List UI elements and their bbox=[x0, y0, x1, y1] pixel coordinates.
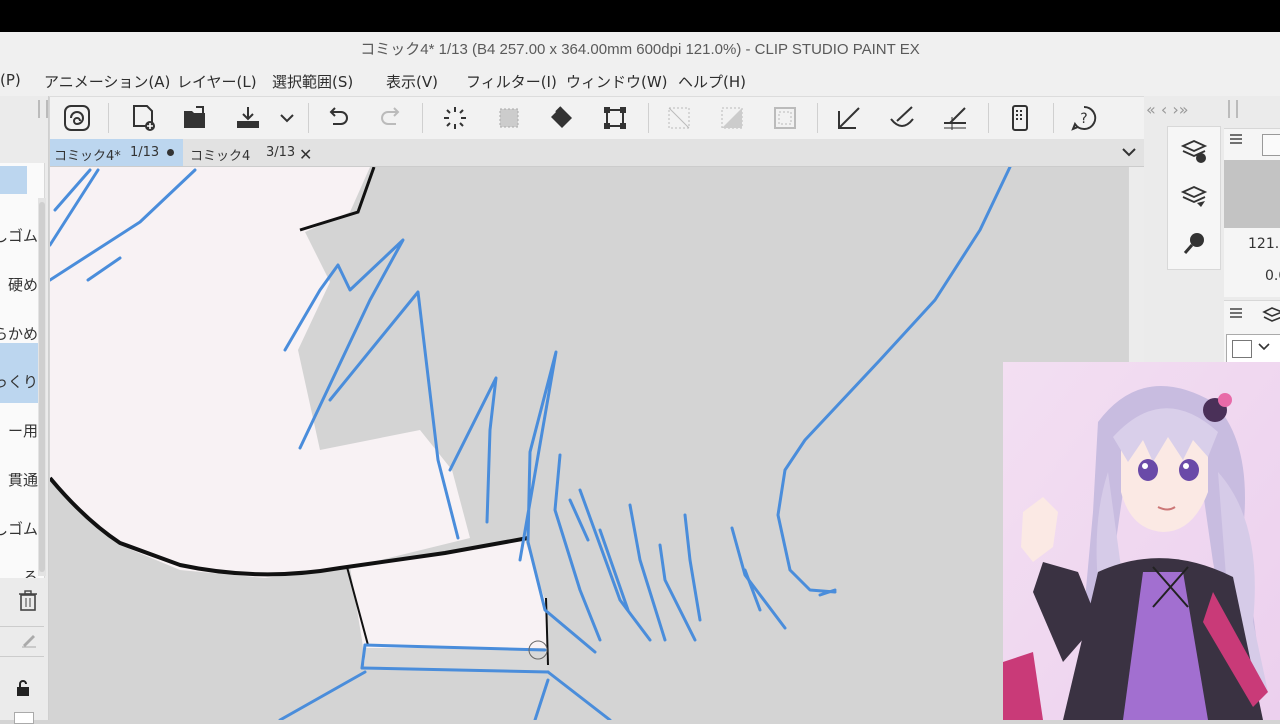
tab-page: 3/13 bbox=[266, 145, 296, 160]
subtool-item[interactable]: る bbox=[0, 566, 38, 578]
snap-special-ruler-icon[interactable] bbox=[887, 103, 917, 133]
help-icon[interactable]: ? bbox=[1069, 103, 1099, 133]
modified-dot-icon bbox=[167, 149, 174, 156]
drawing-canvas[interactable] bbox=[50, 167, 1128, 720]
angle-value[interactable]: 0.0 bbox=[1265, 268, 1280, 284]
artwork bbox=[50, 167, 1012, 720]
divider bbox=[0, 656, 44, 657]
svg-text:?: ? bbox=[1080, 111, 1087, 127]
close-icon[interactable]: ✕ bbox=[299, 145, 312, 164]
fill-icon[interactable] bbox=[547, 103, 577, 133]
menu-item-animation[interactable]: アニメーション(A) bbox=[44, 71, 170, 92]
save-icon[interactable] bbox=[233, 103, 263, 133]
color-swatch bbox=[1232, 340, 1252, 358]
separator bbox=[308, 103, 309, 133]
document-tabbar: コミック4* 1/13 コミック4 3/13 ✕ bbox=[50, 139, 1144, 167]
new-file-icon[interactable] bbox=[128, 103, 158, 133]
subtool-item[interactable]: ー用 bbox=[0, 420, 38, 441]
command-bar: ? bbox=[50, 97, 1144, 140]
snap-grid-icon[interactable] bbox=[940, 103, 970, 133]
separator bbox=[817, 103, 818, 133]
layer-icon[interactable] bbox=[1262, 304, 1280, 328]
redo-icon[interactable] bbox=[376, 103, 406, 133]
layer-property-icon[interactable] bbox=[1180, 137, 1208, 165]
separator bbox=[1053, 103, 1054, 133]
menu-icon[interactable] bbox=[1230, 134, 1242, 144]
tab-page: 1/13 bbox=[130, 145, 160, 160]
menu-item-view[interactable]: 表示(V) bbox=[386, 71, 438, 92]
window-title: コミック4* 1/13 (B4 257.00 x 364.00mm 600dpi… bbox=[0, 32, 1280, 65]
character-avatar bbox=[1003, 362, 1280, 720]
screen-top-band bbox=[0, 0, 1280, 32]
navigator-tab[interactable] bbox=[1262, 134, 1280, 156]
chevron-down-icon[interactable] bbox=[1118, 141, 1140, 163]
chevron-down-icon[interactable] bbox=[1258, 342, 1270, 352]
menu-item-window[interactable]: ウィンドウ(W) bbox=[566, 71, 668, 92]
clear-selection-icon[interactable] bbox=[664, 103, 694, 133]
subtool-item[interactable]: 硬め bbox=[0, 274, 38, 295]
menu-item-page[interactable]: (P) bbox=[0, 71, 21, 89]
layer-search-icon[interactable] bbox=[1180, 183, 1208, 211]
panel-grip[interactable] bbox=[38, 100, 48, 118]
pen-icon[interactable] bbox=[20, 630, 38, 648]
dropdown-icon[interactable] bbox=[272, 103, 302, 133]
clip-studio-icon[interactable] bbox=[62, 103, 92, 133]
invert-selection-icon[interactable] bbox=[717, 103, 747, 133]
tab-document-1[interactable]: コミック4* 1/13 bbox=[50, 139, 183, 166]
separator bbox=[648, 103, 649, 133]
tab-document-2[interactable]: コミック4 3/13 ✕ bbox=[186, 139, 316, 166]
subtool-scrollbar[interactable] bbox=[38, 198, 46, 576]
snap-ruler-icon[interactable] bbox=[834, 103, 864, 133]
subtool-item[interactable]: しゴム bbox=[0, 518, 38, 539]
undo-icon[interactable] bbox=[323, 103, 353, 133]
subtool-item[interactable]: らかめ bbox=[0, 323, 38, 344]
selection-icon[interactable] bbox=[494, 103, 524, 133]
transform-icon[interactable] bbox=[600, 103, 630, 133]
subtool-item[interactable]: 貫通 bbox=[0, 469, 38, 490]
brush-icon[interactable] bbox=[1180, 229, 1208, 257]
navigator-preview[interactable] bbox=[1224, 160, 1280, 228]
subtool-item[interactable]: しゴム bbox=[0, 225, 38, 246]
menu-item-selection[interactable]: 選択範囲(S) bbox=[272, 71, 353, 92]
tab-title: コミック4* bbox=[54, 149, 121, 164]
lock-icon[interactable] bbox=[14, 679, 32, 697]
tab-title: コミック4 bbox=[190, 149, 251, 164]
menu-bar: (P) アニメーション(A) レイヤー(L) 選択範囲(S) 表示(V) フィル… bbox=[0, 65, 1280, 97]
menu-icon[interactable] bbox=[1230, 308, 1242, 318]
menu-item-help[interactable]: ヘルプ(H) bbox=[678, 71, 746, 92]
separator bbox=[422, 103, 423, 133]
separator bbox=[108, 103, 109, 133]
collapse-arrows-icon[interactable]: « ‹ ›» bbox=[1146, 100, 1189, 119]
loading-icon[interactable] bbox=[440, 103, 470, 133]
open-file-icon[interactable] bbox=[181, 103, 211, 133]
panel-grip[interactable] bbox=[1228, 100, 1238, 118]
menu-item-layer[interactable]: レイヤー(L) bbox=[177, 71, 257, 92]
separator bbox=[988, 103, 989, 133]
smartphone-icon[interactable] bbox=[1005, 103, 1035, 133]
zoom-value[interactable]: 121.0 bbox=[1248, 236, 1280, 252]
subtool-item[interactable]: ぶっくり bbox=[0, 371, 38, 392]
subtool-selected-swatch bbox=[0, 166, 27, 194]
border-selection-icon[interactable] bbox=[770, 103, 800, 133]
trash-icon[interactable] bbox=[18, 590, 38, 612]
color-swatch[interactable] bbox=[14, 712, 34, 724]
menu-item-filter[interactable]: フィルター(I) bbox=[466, 71, 557, 92]
divider bbox=[0, 626, 44, 627]
